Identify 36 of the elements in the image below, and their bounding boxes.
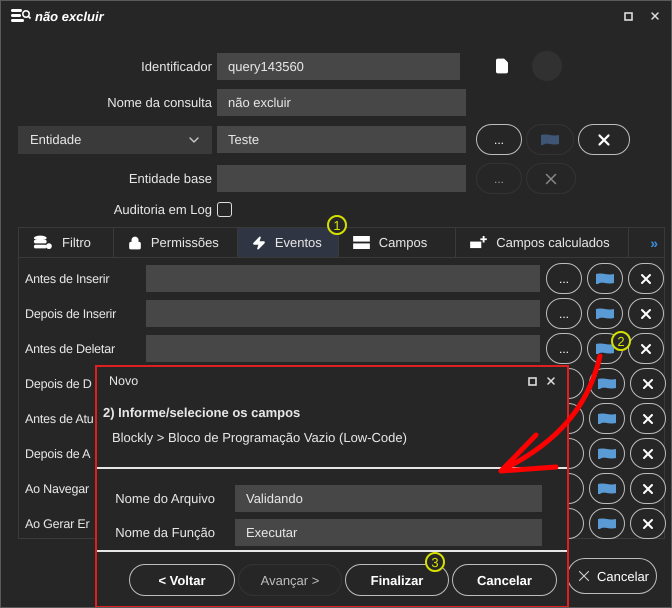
more-button[interactable]: ... — [546, 333, 582, 364]
input-field[interactable]: Executar — [235, 519, 542, 546]
step-title: 2) Informe/selecione os campos — [102, 404, 302, 420]
more-button[interactable]: ... — [546, 298, 582, 329]
event-label: Depois de A — [25, 446, 90, 460]
event-label: Ao Gerar Er — [25, 516, 90, 530]
event-label: Ao Navegar — [25, 482, 90, 496]
event-label: Antes de Deletar — [25, 342, 115, 356]
dialog-button[interactable]: < Voltar — [129, 564, 235, 596]
event-label: Antes de Atu — [25, 412, 94, 426]
more-button[interactable]: ... — [546, 263, 582, 294]
input-field[interactable]: Validando — [235, 485, 542, 512]
breadcrumb: Blockly > Bloco de Programação Vazio (Low-Code) — [111, 429, 408, 445]
input-field[interactable]: Teste — [217, 126, 466, 153]
event-label: Depois de Inserir — [25, 306, 116, 320]
input-field[interactable]: query143560 — [217, 52, 460, 80]
field-label: Entidade base — [128, 171, 212, 186]
event-label: Depois de D — [25, 376, 92, 390]
cancel-button[interactable]: Cancelar — [567, 558, 657, 594]
event-label: Antes de Inserir — [25, 272, 110, 286]
more-button[interactable]: ... — [476, 163, 522, 194]
dialog-button[interactable]: Cancelar — [452, 564, 557, 596]
more-button[interactable]: ... — [476, 124, 522, 155]
entity-select[interactable]: Entidade — [18, 126, 212, 154]
dialog-title: Novo — [109, 374, 140, 388]
field-label: Nome do Arquivo — [114, 491, 216, 506]
more-tabs-button[interactable]: » — [644, 228, 664, 257]
input-field[interactable]: não excluir — [217, 89, 466, 116]
field-label: Identificador — [140, 58, 212, 74]
annotation-tooltip: 1 — [327, 215, 347, 235]
annotation-tooltip: 2 — [611, 331, 631, 351]
select-value: Entidade — [30, 132, 82, 147]
field-label: Nome da Função — [114, 525, 216, 540]
field-label: Auditoria em Log — [112, 202, 212, 217]
field-label: Nome da consulta — [106, 95, 212, 110]
window-title: não excluir — [35, 8, 106, 24]
